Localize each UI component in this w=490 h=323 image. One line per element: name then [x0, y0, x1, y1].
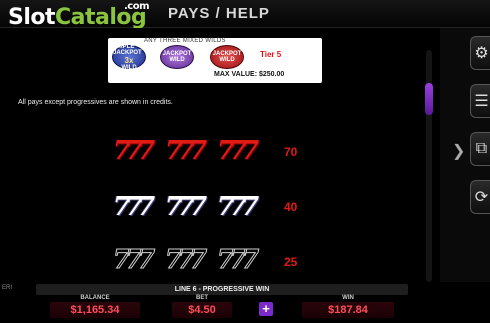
brand-text: ERI [2, 285, 13, 291]
white-seven-symbol: 777 [112, 192, 155, 222]
red-seven-symbol: 777 [216, 136, 259, 166]
tier-label: Tier 5 [260, 50, 282, 59]
wild-caption: ANY THREE MIXED WILDS [144, 38, 226, 44]
outline-seven-symbol: 777 [112, 245, 155, 276]
pay-row-white-sevens: 777 777 777 [112, 192, 259, 222]
balance-label: BALANCE [80, 295, 110, 301]
balance-value: $1,165.34 [50, 302, 140, 318]
paytable-button[interactable]: ⧉ [470, 132, 490, 166]
wild-combo-panel: ANY THREE MIXED WILDS TRIPLE JACKPOT 3x … [108, 38, 322, 83]
pay-value: 25 [284, 255, 298, 269]
autoplay-icon: ⟳ [474, 189, 489, 206]
scrollbar-thumb[interactable] [425, 83, 433, 115]
red-seven-symbol: 777 [112, 136, 155, 166]
white-seven-symbol: 777 [216, 192, 259, 222]
increase-bet-button[interactable]: + [259, 302, 273, 316]
settings-button[interactable]: ⚙ [470, 36, 490, 70]
top-bar: SlotCatalog .com PAYS / HELP [0, 0, 490, 30]
win-label: WIN [342, 295, 354, 301]
side-menu: ⚙ ☰ ❯ ⧉ ⟳ [440, 28, 490, 282]
pay-value: 70 [284, 145, 298, 159]
outline-seven-symbol: 777 [216, 245, 259, 276]
chevron-right-icon: ❯ [452, 143, 466, 160]
bet-field: BET $4.50 [172, 295, 232, 318]
page-title: PAYS / HELP [168, 5, 270, 22]
paytable-icon: ⧉ [475, 140, 488, 157]
line-info-bar: LINE 6 - PROGRESSIVE WIN [36, 284, 408, 295]
purple-jackpot-wild-symbol: JACKPOT WILD [160, 45, 194, 69]
wild-bottom-text: WILD [169, 57, 185, 63]
win-value: $187.84 [302, 302, 394, 318]
logo-com-text: .com [124, 1, 150, 12]
slotcatalog-logo: SlotCatalog .com [8, 1, 150, 30]
bet-settings-button[interactable]: ☰ [470, 84, 490, 118]
wild-multiplier-text: 3x [124, 55, 134, 65]
credits-info-text: All pays except progressives are shown i… [18, 99, 173, 106]
wild-top-text: TRIPLE JACKPOT [113, 43, 142, 56]
autoplay-button[interactable]: ⟳ [470, 180, 490, 214]
gear-icon: ⚙ [474, 45, 489, 62]
bet-value: $4.50 [172, 302, 232, 318]
white-seven-symbol: 777 [164, 192, 207, 222]
balance-field: BALANCE $1,165.34 [50, 295, 140, 318]
red-seven-symbol: 777 [164, 136, 207, 166]
pay-row-outline-sevens: 777 777 777 [112, 245, 259, 276]
wild-bottom-text: WILD [219, 57, 235, 63]
max-value-label: MAX VALUE: $250.00 [214, 71, 285, 78]
pay-value: 40 [284, 200, 298, 214]
wild-bottom-text: WILD [121, 64, 137, 71]
bottom-bar: ERI LINE 6 - PROGRESSIVE WIN BALANCE $1,… [0, 282, 490, 323]
win-field: WIN $187.84 [302, 295, 394, 318]
paytable-panel: ANY THREE MIXED WILDS TRIPLE JACKPOT 3x … [0, 28, 440, 282]
bet-label: BET [196, 295, 208, 301]
coin-stack-icon: ☰ [474, 93, 489, 110]
red-jackpot-wild-symbol: JACKPOT WILD [210, 45, 244, 69]
pay-row-red-sevens: 777 777 777 [112, 136, 259, 166]
triple-jackpot-wild-symbol: TRIPLE JACKPOT 3x WILD [112, 43, 146, 71]
outline-seven-symbol: 777 [164, 245, 207, 276]
logo-slot-text: Slot [8, 5, 56, 30]
